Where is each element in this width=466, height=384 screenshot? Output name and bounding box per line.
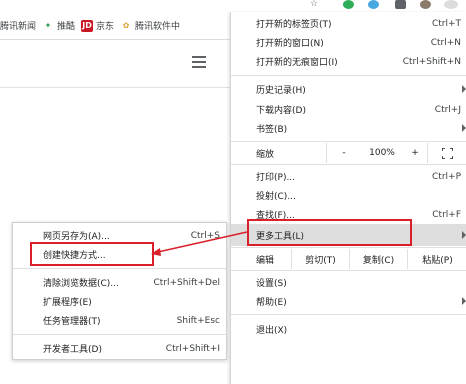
annotation-arrow xyxy=(151,231,248,256)
